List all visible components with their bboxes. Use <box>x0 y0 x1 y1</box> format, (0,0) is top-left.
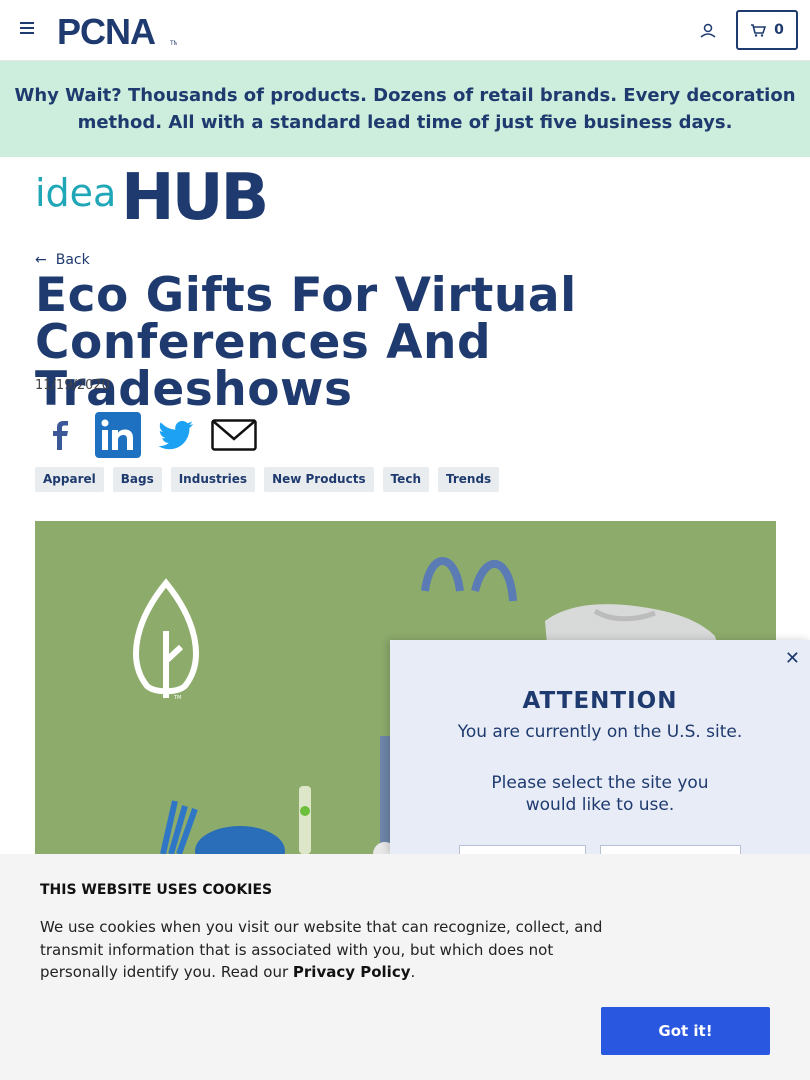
tag-bags[interactable]: Bags <box>112 467 162 492</box>
cart-button[interactable]: 0 <box>736 10 798 50</box>
facebook-icon[interactable] <box>37 412 83 458</box>
region-select-dialog: ✕ ATTENTION You are currently on the U.S… <box>390 640 810 855</box>
cookie-heading: THIS WEBSITE USES COOKIES <box>40 882 273 898</box>
arrow-left-icon: ← <box>35 252 47 268</box>
site-header: PCNA TM 0 <box>0 0 810 61</box>
tag-new-products[interactable]: New Products <box>264 467 374 492</box>
cart-count: 0 <box>774 22 784 38</box>
ideahub-logo[interactable]: idea HUB <box>35 164 287 224</box>
promo-banner: Why Wait? Thousands of products. Dozens … <box>0 61 810 157</box>
svg-text:PCNA: PCNA <box>57 13 156 47</box>
menu-icon[interactable] <box>20 22 36 38</box>
email-icon[interactable] <box>211 412 257 458</box>
current-site-text: You are currently on the U.S. site. <box>457 722 743 742</box>
user-account-icon[interactable] <box>697 20 719 42</box>
tag-list: Apparel Bags Industries New Products Tec… <box>35 467 500 492</box>
dialog-heading: ATTENTION <box>522 688 678 714</box>
close-icon[interactable]: ✕ <box>785 648 800 669</box>
share-bar <box>37 412 257 458</box>
pcna-logo[interactable]: PCNA TM <box>57 13 177 47</box>
twitter-icon[interactable] <box>153 412 199 458</box>
tag-tech[interactable]: Tech <box>382 467 429 492</box>
tag-trends[interactable]: Trends <box>437 467 500 492</box>
cookie-banner: THIS WEBSITE USES COOKIES We use cookies… <box>0 854 810 1080</box>
privacy-policy-link[interactable]: Privacy Policy <box>293 963 411 981</box>
tag-industries[interactable]: Industries <box>170 467 256 492</box>
back-label: Back <box>55 252 90 268</box>
linkedin-icon[interactable] <box>95 412 141 458</box>
svg-text:TM: TM <box>170 41 177 47</box>
promo-body: Thousands of products. Dozens of retail … <box>77 85 796 133</box>
page-title: Eco Gifts For Virtual Conferences And Tr… <box>35 268 577 417</box>
promo-lead: Why Wait? <box>14 85 122 106</box>
promo-text: Why Wait? Thousands of products. Dozens … <box>12 82 798 136</box>
tag-apparel[interactable]: Apparel <box>35 467 104 492</box>
back-link[interactable]: ← Back <box>35 252 90 268</box>
svg-text:idea: idea <box>35 171 116 215</box>
svg-text:HUB: HUB <box>121 164 266 224</box>
publish-date: 11/19/2020 <box>35 378 110 393</box>
select-site-text: Please select the site you would like to… <box>491 773 709 815</box>
accept-cookies-button[interactable]: Got it! <box>601 1007 770 1055</box>
cookie-text: We use cookies when you visit our websit… <box>40 916 615 984</box>
cookie-end: . <box>410 963 416 981</box>
svg-text:TM: TM <box>173 695 181 701</box>
cart-icon <box>751 24 767 37</box>
